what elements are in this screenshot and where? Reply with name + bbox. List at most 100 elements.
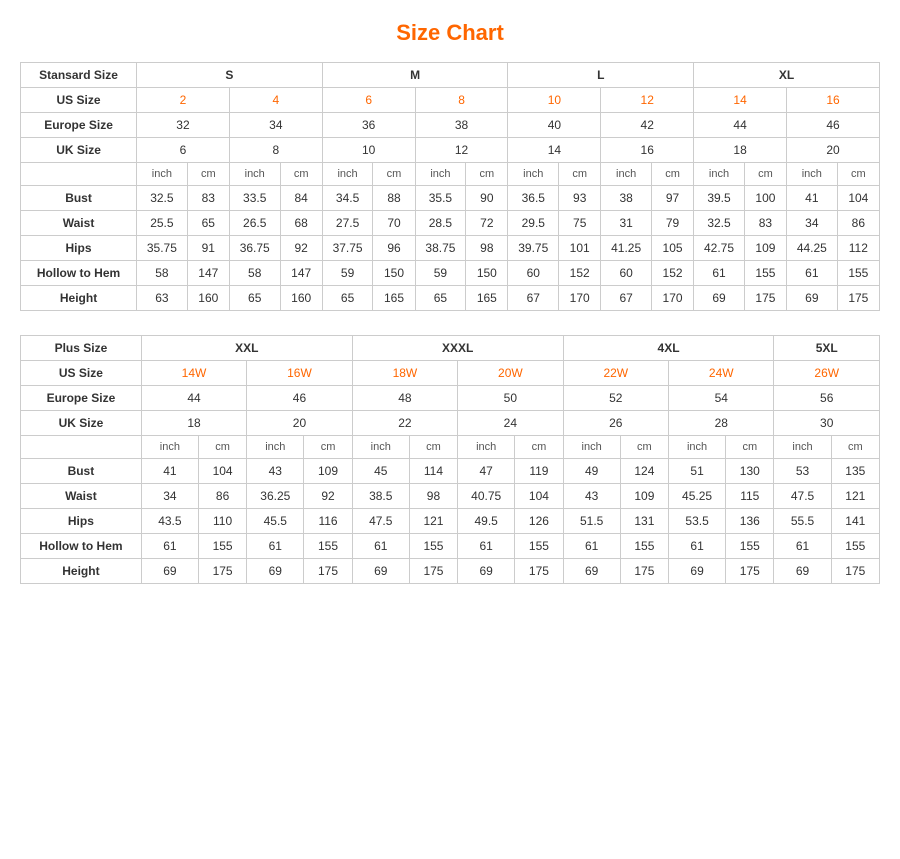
uk-size-val: 24 xyxy=(458,411,563,436)
meas-val: 28.5 xyxy=(415,211,466,236)
meas-val: 67 xyxy=(508,286,559,311)
meas-val: 49 xyxy=(563,459,620,484)
meas-val: 91 xyxy=(187,236,229,261)
waist-label: Waist xyxy=(21,211,137,236)
waist-label-plus: Waist xyxy=(21,484,142,509)
us-size-label-plus: US Size xyxy=(21,361,142,386)
meas-val: 39.75 xyxy=(508,236,559,261)
sub-header: inch xyxy=(774,436,831,459)
meas-val: 147 xyxy=(280,261,322,286)
meas-val: 34 xyxy=(787,211,838,236)
plus-label: Plus Size xyxy=(21,336,142,361)
meas-val: 35.75 xyxy=(137,236,188,261)
sub-header: inch xyxy=(669,436,726,459)
meas-val: 49.5 xyxy=(458,509,515,534)
meas-val: 86 xyxy=(837,211,879,236)
meas-val: 51 xyxy=(669,459,726,484)
uk-size-val: 20 xyxy=(787,138,880,163)
meas-val: 104 xyxy=(198,459,246,484)
meas-val: 84 xyxy=(280,186,322,211)
meas-val: 109 xyxy=(304,459,352,484)
meas-val: 72 xyxy=(466,211,508,236)
table-row: inch cm inch cm inch cm inch cm inch cm … xyxy=(21,436,880,459)
sub-header: cm xyxy=(409,436,457,459)
meas-val: 116 xyxy=(304,509,352,534)
table-row: Hollow to Hem 58 147 58 147 59 150 59 15… xyxy=(21,261,880,286)
sub-header: inch xyxy=(352,436,409,459)
meas-val: 59 xyxy=(415,261,466,286)
meas-val: 136 xyxy=(726,509,774,534)
meas-val: 43 xyxy=(563,484,620,509)
meas-val: 112 xyxy=(837,236,879,261)
meas-val: 160 xyxy=(187,286,229,311)
us-size-val: 6 xyxy=(322,88,415,113)
meas-val: 45.5 xyxy=(247,509,304,534)
europe-size-val: 34 xyxy=(229,113,322,138)
meas-val: 155 xyxy=(831,534,879,559)
meas-val: 69 xyxy=(669,559,726,584)
sub-header: inch xyxy=(415,163,466,186)
europe-size-val: 38 xyxy=(415,113,508,138)
sub-header: cm xyxy=(280,163,322,186)
standard-size-table: Stansard Size S M L XL US Size 2 4 6 8 1… xyxy=(20,62,880,311)
meas-val: 90 xyxy=(466,186,508,211)
table-row: Plus Size XXL XXXL 4XL 5XL xyxy=(21,336,880,361)
meas-val: 47 xyxy=(458,459,515,484)
meas-val: 61 xyxy=(787,261,838,286)
meas-val: 41.25 xyxy=(601,236,652,261)
meas-val: 65 xyxy=(229,286,280,311)
meas-val: 155 xyxy=(515,534,563,559)
meas-val: 121 xyxy=(409,509,457,534)
table-row: Europe Size 44 46 48 50 52 54 56 xyxy=(21,386,880,411)
sub-header: inch xyxy=(563,436,620,459)
meas-val: 93 xyxy=(559,186,601,211)
table-row: Europe Size 32 34 36 38 40 42 44 46 xyxy=(21,113,880,138)
europe-size-val: 46 xyxy=(787,113,880,138)
meas-val: 155 xyxy=(198,534,246,559)
meas-val: 92 xyxy=(304,484,352,509)
group-xxl: XXL xyxy=(141,336,352,361)
sub-header: cm xyxy=(744,163,786,186)
meas-val: 58 xyxy=(137,261,188,286)
meas-val: 150 xyxy=(373,261,415,286)
meas-val: 63 xyxy=(137,286,188,311)
uk-size-val: 20 xyxy=(247,411,352,436)
us-size-val: 10 xyxy=(508,88,601,113)
meas-val: 92 xyxy=(280,236,322,261)
europe-size-val: 46 xyxy=(247,386,352,411)
meas-val: 60 xyxy=(601,261,652,286)
meas-val: 38.5 xyxy=(352,484,409,509)
meas-val: 147 xyxy=(187,261,229,286)
meas-val: 69 xyxy=(247,559,304,584)
meas-val: 155 xyxy=(620,534,668,559)
us-size-val: 14W xyxy=(141,361,246,386)
hollow-to-hem-label-plus: Hollow to Hem xyxy=(21,534,142,559)
europe-size-val: 54 xyxy=(669,386,774,411)
meas-val: 45 xyxy=(352,459,409,484)
meas-val: 68 xyxy=(280,211,322,236)
meas-val: 101 xyxy=(559,236,601,261)
us-size-label: US Size xyxy=(21,88,137,113)
sub-header: cm xyxy=(831,436,879,459)
meas-val: 115 xyxy=(726,484,774,509)
europe-size-val: 52 xyxy=(563,386,668,411)
sub-header: inch xyxy=(508,163,559,186)
meas-val: 61 xyxy=(774,534,831,559)
meas-val: 69 xyxy=(352,559,409,584)
meas-val: 175 xyxy=(744,286,786,311)
meas-val: 61 xyxy=(141,534,198,559)
europe-size-val: 32 xyxy=(137,113,230,138)
meas-val: 41 xyxy=(141,459,198,484)
sub-header: cm xyxy=(651,163,693,186)
us-size-val: 8 xyxy=(415,88,508,113)
table-row: Bust 41 104 43 109 45 114 47 119 49 124 … xyxy=(21,459,880,484)
meas-val: 67 xyxy=(601,286,652,311)
europe-size-label-plus: Europe Size xyxy=(21,386,142,411)
meas-val: 53 xyxy=(774,459,831,484)
meas-val: 31 xyxy=(601,211,652,236)
uk-size-label: UK Size xyxy=(21,138,137,163)
meas-val: 34 xyxy=(141,484,198,509)
meas-val: 43 xyxy=(247,459,304,484)
uk-size-val: 16 xyxy=(601,138,694,163)
meas-val: 38.75 xyxy=(415,236,466,261)
